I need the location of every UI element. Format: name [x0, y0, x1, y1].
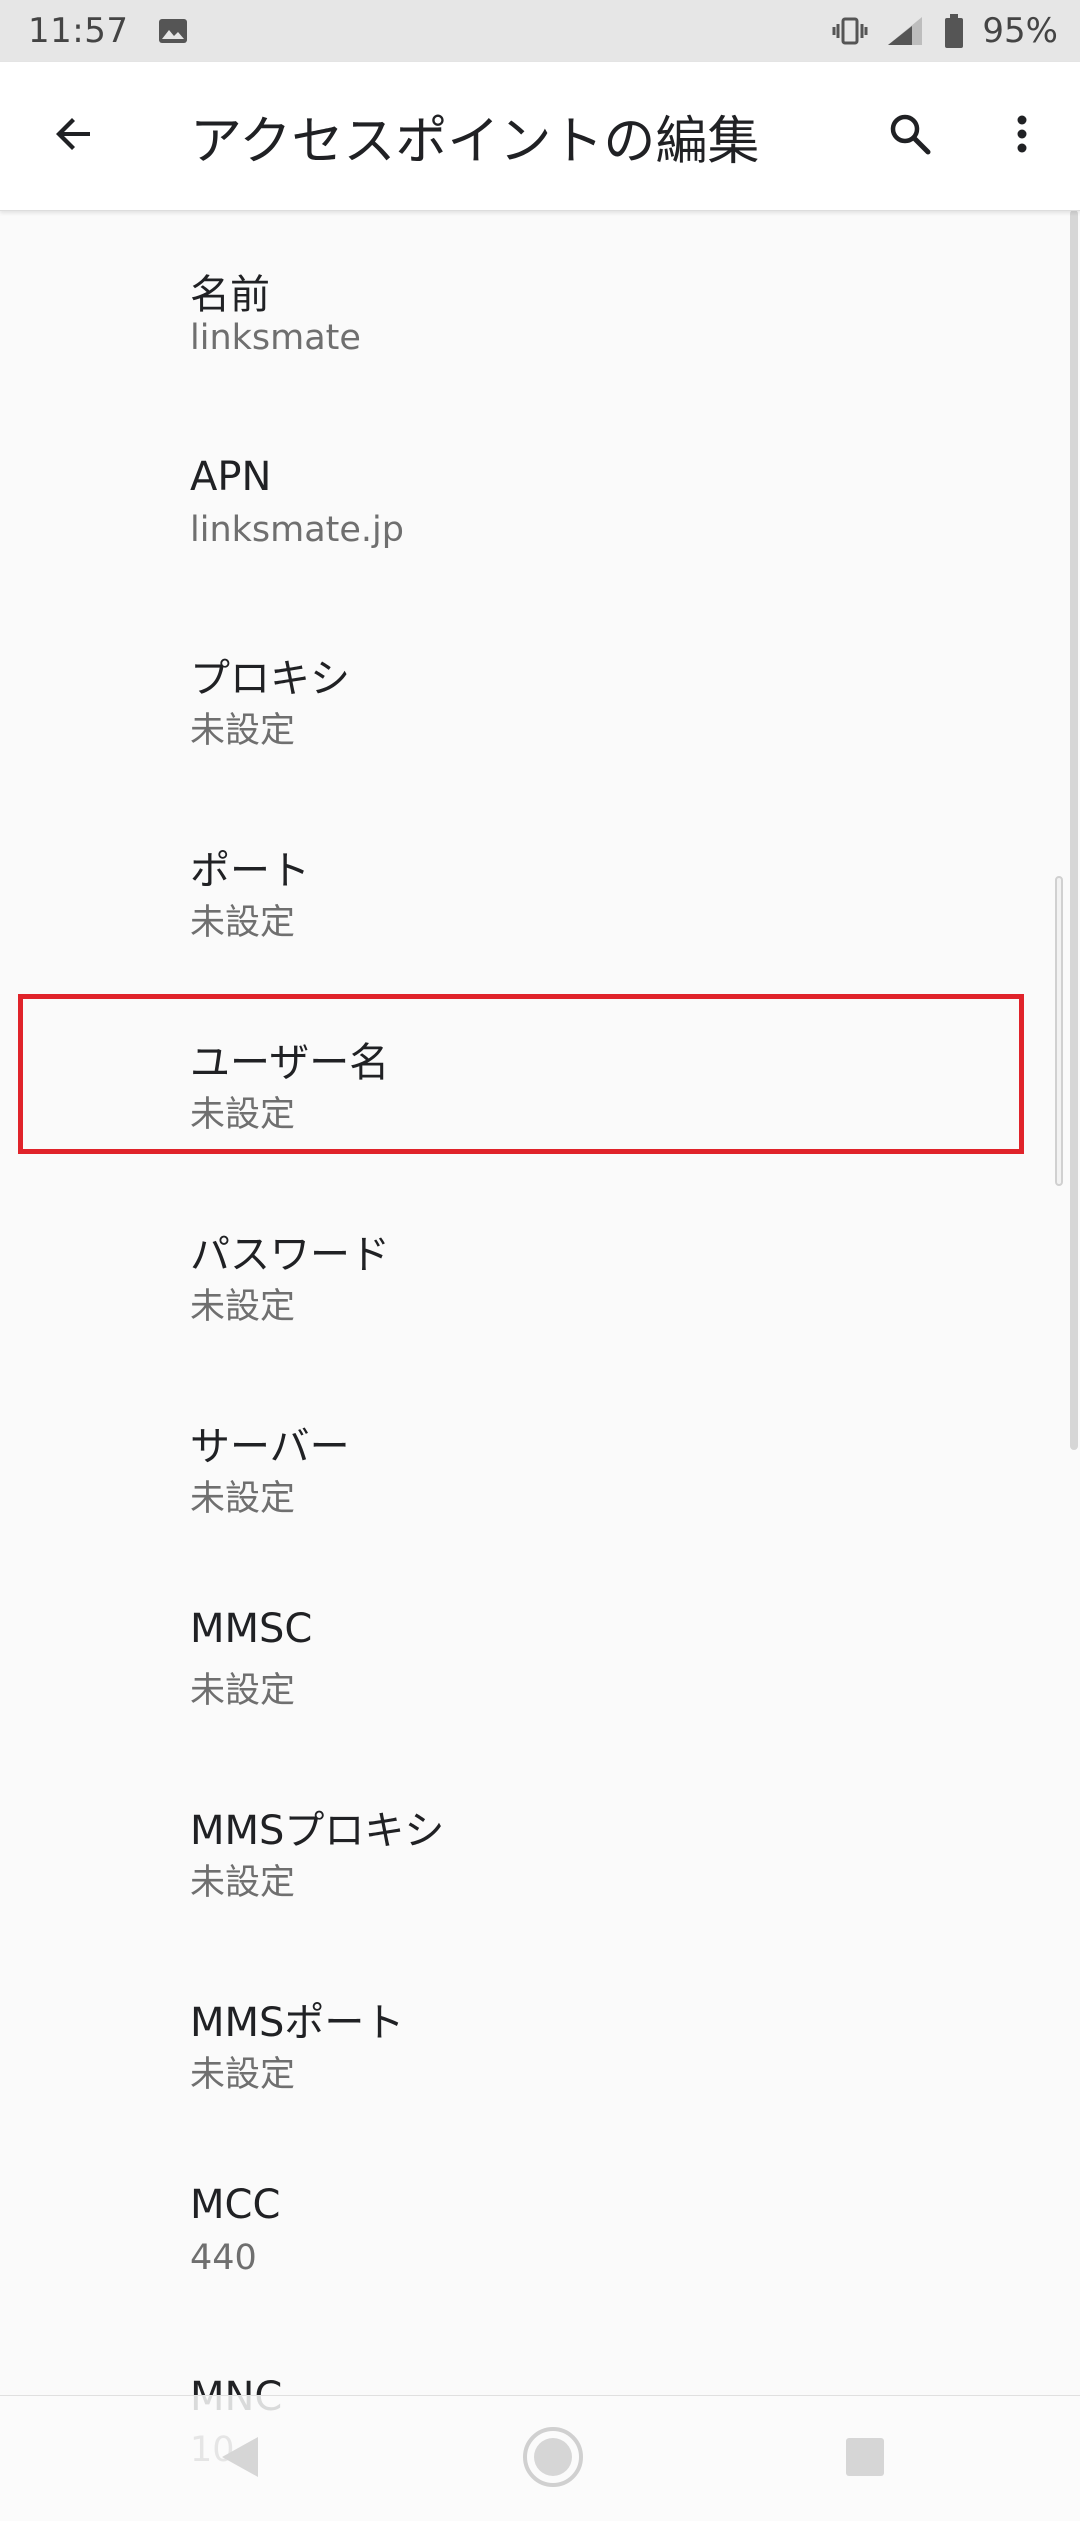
nav-home-button[interactable]: [508, 2414, 598, 2504]
setting-title: MMSポート: [190, 2000, 405, 2046]
setting-summary: 未設定: [190, 1095, 296, 1135]
setting-mcc[interactable]: MCC 440: [0, 2130, 1080, 2322]
navigation-bar: [0, 2395, 1080, 2521]
setting-title: MCC: [190, 2182, 281, 2228]
signal-icon: [886, 15, 926, 47]
setting-title: APN: [190, 454, 272, 500]
setting-mmsc[interactable]: MMSC 未設定: [0, 1554, 1080, 1746]
setting-title: ユーザー名: [190, 1040, 390, 1086]
page-title: アクセスポイントの編集: [190, 111, 760, 172]
setting-title: MMSプロキシ: [190, 1808, 445, 1854]
setting-summary: 未設定: [190, 1863, 296, 1903]
setting-summary: linksmate.jp: [190, 510, 404, 550]
setting-summary: 440: [190, 2238, 257, 2278]
setting-summary: 未設定: [190, 711, 296, 751]
setting-title: ポート: [190, 848, 310, 894]
setting-password[interactable]: パスワード 未設定: [0, 1170, 1080, 1362]
back-button[interactable]: [26, 88, 122, 184]
image-icon: [158, 18, 188, 44]
setting-summary: 未設定: [190, 2055, 296, 2095]
setting-port[interactable]: ポート 未設定: [0, 786, 1080, 978]
battery-percentage: 95%: [982, 11, 1058, 51]
scrollbar-thumb[interactable]: [1055, 876, 1063, 1186]
nav-recents-button[interactable]: [820, 2414, 910, 2504]
search-icon: [886, 110, 934, 162]
setting-summary: 未設定: [190, 1287, 296, 1327]
setting-summary: 未設定: [190, 903, 296, 943]
nav-back-button[interactable]: [195, 2414, 285, 2504]
setting-proxy[interactable]: プロキシ 未設定: [0, 594, 1080, 786]
setting-name[interactable]: 名前 linksmate: [0, 210, 1080, 402]
more-vert-icon: [1012, 110, 1032, 162]
search-button[interactable]: [862, 88, 958, 184]
battery-icon: [944, 14, 964, 48]
nav-back-icon: [218, 2433, 262, 2485]
setting-title: プロキシ: [190, 656, 350, 702]
nav-recents-icon: [843, 2435, 887, 2483]
scrollbar-track: [1070, 210, 1078, 1450]
vibrate-icon: [832, 16, 868, 46]
setting-mms-proxy[interactable]: MMSプロキシ 未設定: [0, 1746, 1080, 1938]
setting-title: サーバー: [190, 1424, 350, 1470]
setting-server[interactable]: サーバー 未設定: [0, 1362, 1080, 1554]
setting-title: パスワード: [190, 1232, 390, 1278]
status-time: 11:57: [28, 11, 129, 51]
setting-username[interactable]: ユーザー名 未設定: [0, 978, 1080, 1170]
nav-home-icon: [521, 2425, 585, 2493]
app-bar: アクセスポイントの編集: [0, 62, 1080, 211]
setting-title: MMSC: [190, 1606, 313, 1652]
setting-apn[interactable]: APN linksmate.jp: [0, 402, 1080, 594]
apn-settings-list: 名前 linksmate APN linksmate.jp プロキシ 未設定 ポ…: [0, 210, 1080, 2514]
setting-mms-port[interactable]: MMSポート 未設定: [0, 1938, 1080, 2130]
status-bar: 11:57 95%: [0, 0, 1080, 62]
more-options-button[interactable]: [974, 88, 1070, 184]
setting-title: 名前: [190, 272, 270, 318]
setting-summary: linksmate: [190, 318, 361, 358]
back-arrow-icon: [50, 110, 98, 162]
setting-summary: 未設定: [190, 1671, 296, 1711]
setting-summary: 未設定: [190, 1479, 296, 1519]
